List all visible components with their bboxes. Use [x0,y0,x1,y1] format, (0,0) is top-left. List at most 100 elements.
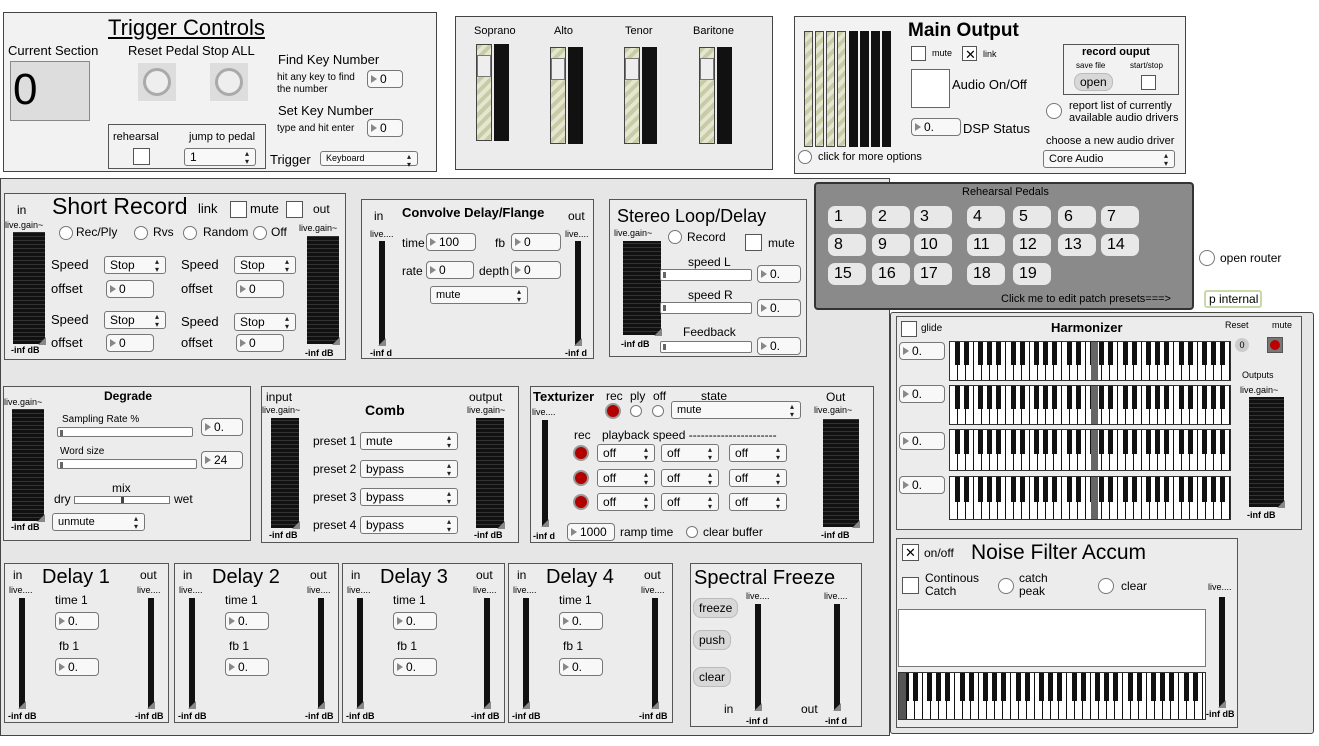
texturizer-speed-select-2-3[interactable]: off [729,469,787,487]
tenor-level-slider[interactable] [624,47,640,144]
delay-time-value[interactable]: 0. [55,612,99,630]
delay-time-value[interactable]: 0. [225,612,269,630]
continous-catch-checkbox[interactable] [902,577,919,594]
harmonizer-value-1[interactable]: 0. [899,342,945,360]
texturizer-speed-select-3-3[interactable]: off [729,493,787,511]
stereo-loop-mute-checkbox[interactable] [745,234,762,251]
pedal-button-2[interactable]: 2 [872,206,910,228]
short-record-out-meter[interactable] [307,236,340,345]
pedal-button-13[interactable]: 13 [1058,234,1096,256]
pedal-button-5[interactable]: 5 [1013,206,1051,228]
delay-out-meter[interactable] [651,598,659,709]
harmonizer-keyboard-1[interactable] [949,341,1231,381]
harmonizer-reset-button[interactable]: 0 [1235,338,1249,352]
texturizer-speed-select-1-3[interactable]: off [729,444,787,462]
harmonizer-keyboard-3[interactable] [949,429,1231,471]
mode-radio-off[interactable] [253,226,267,240]
texturizer-row-2-rec-button[interactable] [573,470,589,486]
convolve-out-meter[interactable] [574,241,582,346]
clear-buffer-radio[interactable] [686,526,698,538]
comb-input-meter[interactable] [271,418,300,529]
pedal-button-16[interactable]: 16 [872,263,910,285]
baritone-level-slider[interactable] [699,47,715,144]
more-options-button[interactable] [798,150,812,164]
speed-l-slider[interactable] [660,269,752,281]
offset-value-1[interactable]: 0 [106,280,154,298]
main-out-slider-4[interactable] [837,31,846,147]
texturizer-speed-select-3-2[interactable]: off [661,493,719,511]
delay-in-meter[interactable] [188,598,196,709]
pedal-button-1[interactable]: 1 [828,206,866,228]
texturizer-speed-select-1-2[interactable]: off [661,444,719,462]
clear-radio[interactable] [1098,578,1114,594]
short-record-mute-checkbox[interactable] [286,201,303,218]
spectral-in-meter[interactable] [754,604,762,711]
noise-filter-meter[interactable] [1218,597,1226,708]
trigger-select[interactable]: Keyboard [320,151,418,169]
sampling-rate-slider[interactable] [57,427,193,437]
main-link-checkbox[interactable] [962,46,977,62]
speed-select-2[interactable]: Stop [234,256,296,274]
comb-preset-3-select[interactable]: bypass [360,488,458,506]
main-out-slider-2[interactable] [815,31,824,147]
pedal-button-18[interactable]: 18 [967,263,1005,285]
speed-r-value[interactable]: 0. [757,299,801,317]
feedback-value[interactable]: 0. [757,337,801,355]
open-file-button[interactable]: open [1074,73,1113,91]
delay-fb-value[interactable]: 0. [393,658,437,676]
edit-presets-link[interactable]: Click me to edit patch presets===> [1001,294,1171,305]
texturizer-speed-select-1-1[interactable]: off [597,444,655,462]
delay-in-meter[interactable] [356,598,364,709]
delay-in-meter[interactable] [522,598,530,709]
jump-to-pedal-select[interactable]: 1 [184,148,256,166]
short-record-link-checkbox[interactable] [230,201,247,218]
soprano-level-slider[interactable] [476,44,492,141]
delay-out-meter[interactable] [483,598,491,709]
harmonizer-out-meter[interactable] [1249,397,1285,508]
main-mute-checkbox[interactable] [911,46,926,61]
main-out-slider-3[interactable] [826,31,835,147]
delay-fb-value[interactable]: 0. [559,658,603,676]
texturizer-out-meter[interactable] [823,419,860,528]
pedal-button-7[interactable]: 7 [1101,206,1139,228]
delay-time-value[interactable]: 0. [559,612,603,630]
mode-radio-rvs[interactable] [134,226,148,240]
mode-radio-rec-ply[interactable] [59,226,73,240]
record-start-stop-toggle[interactable] [1141,75,1156,90]
texturizer-rec-button[interactable] [605,403,621,419]
degrade-meter[interactable] [12,409,45,522]
mode-radio-random[interactable] [183,226,197,240]
report-drivers-button[interactable] [1046,103,1062,119]
comb-preset-1-select[interactable]: mute [360,432,458,450]
convolve-rate-value[interactable]: 0 [426,261,474,279]
convolve-mode-select[interactable]: mute [430,286,528,304]
delay-time-value[interactable]: 0. [393,612,437,630]
texturizer-speed-select-2-1[interactable]: off [597,469,655,487]
sampling-rate-value[interactable]: 0. [201,418,243,436]
main-out-slider-1[interactable] [804,31,813,147]
p-internal-object[interactable]: p internal [1204,290,1262,308]
degrade-mute-select[interactable]: unmute [52,513,145,531]
pedal-button-19[interactable]: 19 [1013,263,1051,285]
alto-level-slider[interactable] [550,47,566,144]
convolve-in-meter[interactable] [378,241,386,346]
speed-select-1[interactable]: Stop [104,256,166,274]
ramp-time-value[interactable]: 1000 [567,523,615,541]
speed-select-4[interactable]: Stop [234,313,296,331]
texturizer-row-1-rec-button[interactable] [573,445,589,461]
texturizer-state-select[interactable]: mute [671,401,801,419]
speed-l-value[interactable]: 0. [757,265,801,283]
texturizer-in-meter[interactable] [541,420,549,527]
rehearsal-checkbox[interactable] [133,148,150,165]
speed-select-3[interactable]: Stop [104,311,166,329]
stereo-loop-meter[interactable] [623,241,662,336]
delay-in-meter[interactable] [18,598,26,709]
reset-pedal-button[interactable] [138,63,176,101]
delay-out-meter[interactable] [147,598,155,709]
glide-checkbox[interactable] [901,321,917,337]
delay-fb-value[interactable]: 0. [225,658,269,676]
texturizer-speed-select-3-1[interactable]: off [597,493,655,511]
texturizer-off-radio[interactable] [652,405,664,417]
find-key-number[interactable]: 0 [367,70,403,88]
convolve-fb-value[interactable]: 0 [511,233,561,251]
